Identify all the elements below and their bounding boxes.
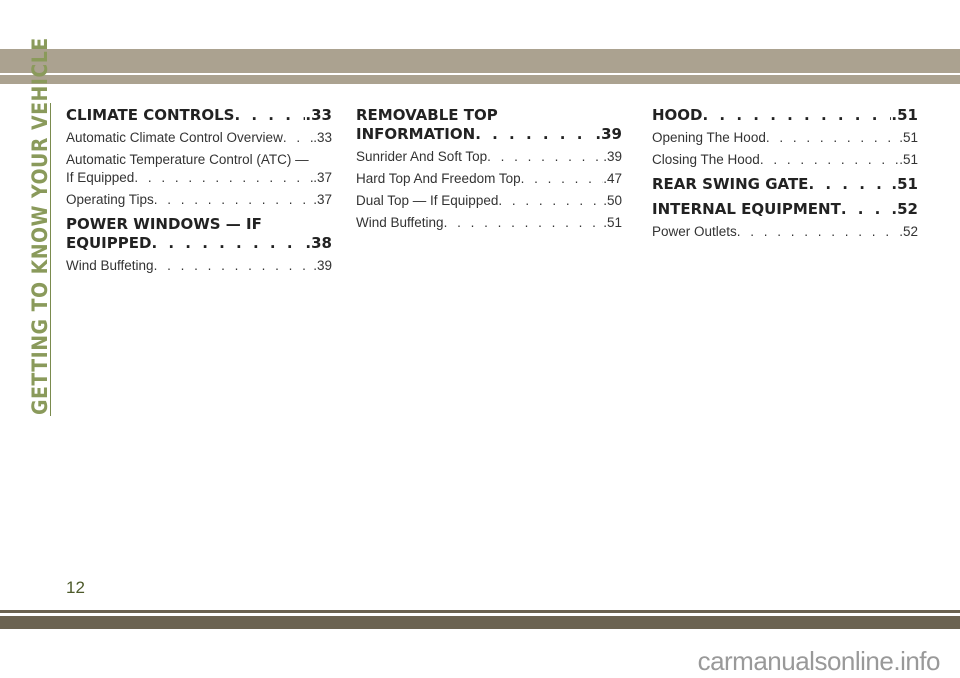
heading-line1: REMOVABLE TOP — [356, 106, 498, 124]
heading-page: .51 — [891, 106, 918, 124]
dot-leader — [283, 129, 313, 147]
page-number: 12 — [66, 578, 85, 597]
entry-page: .37 — [313, 192, 332, 207]
heading-title: CLIMATE CONTROLS — [66, 106, 235, 124]
toc-section-heading[interactable]: INTERNAL EQUIPMENT .52 — [652, 200, 918, 219]
toc-entry[interactable]: Power Outlets .52 — [652, 223, 918, 241]
entry-title: Hard Top And Freedom Top — [356, 171, 521, 186]
top-band-lower — [0, 75, 960, 84]
dot-leader — [766, 129, 899, 147]
entry-page: .52 — [899, 224, 918, 239]
sidebar-title: GETTING TO KNOW YOUR VEHICLE — [28, 37, 52, 415]
entry-title: Automatic Climate Control Overview — [66, 130, 283, 145]
dot-leader — [151, 234, 305, 253]
heading-title: HOOD — [652, 106, 703, 124]
dot-leader — [760, 151, 899, 169]
entry-line1: Automatic Temperature Control (ATC) — — [66, 152, 309, 167]
toc-section-heading[interactable]: POWER WINDOWS — IFEQUIPPED .38 — [66, 215, 332, 253]
section-sidebar: GETTING TO KNOW YOUR VEHICLE — [28, 37, 52, 416]
entry-page: .51 — [899, 152, 918, 167]
dot-leader — [154, 191, 313, 209]
heading-title: INFORMATION — [356, 125, 476, 143]
entry-title: Wind Buffeting — [356, 215, 444, 230]
dot-leader — [841, 200, 892, 219]
toc-entry[interactable]: Sunrider And Soft Top .39 — [356, 148, 622, 166]
entry-page: .51 — [899, 130, 918, 145]
watermark: carmanualsonline.info — [697, 646, 941, 676]
entry-title: If Equipped — [66, 170, 135, 185]
toc-entry[interactable]: Operating Tips .37 — [66, 191, 332, 209]
toc-entry[interactable]: Opening The Hood .51 — [652, 129, 918, 147]
dot-leader — [234, 106, 305, 125]
dot-leader — [487, 148, 603, 166]
heading-line1: POWER WINDOWS — IF — [66, 215, 262, 233]
dot-leader — [808, 175, 891, 194]
toc-entry[interactable]: Closing The Hood .51 — [652, 151, 918, 169]
toc-entry[interactable]: Wind Buffeting .51 — [356, 214, 622, 232]
toc-entry[interactable]: Automatic Temperature Control (ATC) — If … — [66, 151, 332, 187]
entry-title: Wind Buffeting — [66, 258, 154, 273]
dot-leader — [737, 223, 899, 241]
toc-section-heading[interactable]: REAR SWING GATE .51 — [652, 175, 918, 194]
toc-entry[interactable]: Automatic Climate Control Overview .33 — [66, 129, 332, 147]
entry-title: Dual Top — If Equipped — [356, 193, 499, 208]
toc-entry[interactable]: Wind Buffeting .39 — [66, 257, 332, 275]
toc-column: HOOD.51Opening The Hood.51Closing The Ho… — [652, 100, 918, 245]
top-band — [0, 49, 960, 73]
entry-title: Sunrider And Soft Top — [356, 149, 488, 164]
dot-leader — [475, 125, 595, 144]
dot-leader — [521, 170, 604, 188]
heading-page: .39 — [595, 125, 622, 143]
entry-page: .51 — [603, 215, 622, 230]
dot-leader — [154, 257, 314, 275]
toc-entry[interactable]: Dual Top — If Equipped .50 — [356, 192, 622, 210]
bottom-line — [0, 610, 960, 613]
entry-page: .39 — [313, 258, 332, 273]
entry-title: Closing The Hood — [652, 152, 760, 167]
bottom-band — [0, 616, 960, 629]
entry-page: .47 — [603, 171, 622, 186]
dot-leader — [444, 214, 604, 232]
entry-title: Operating Tips — [66, 192, 154, 207]
entry-page: .33 — [313, 130, 332, 145]
heading-page: .33 — [305, 106, 332, 124]
entry-page: .50 — [603, 193, 622, 208]
entry-title: Opening The Hood — [652, 130, 766, 145]
dot-leader — [498, 192, 603, 210]
heading-title: REAR SWING GATE — [652, 175, 809, 193]
toc-section-heading[interactable]: CLIMATE CONTROLS .33 — [66, 106, 332, 125]
heading-page: .51 — [891, 175, 918, 193]
heading-page: .52 — [891, 200, 918, 218]
entry-page: .39 — [603, 149, 622, 164]
toc-section-heading[interactable]: REMOVABLE TOPINFORMATION .39 — [356, 106, 622, 144]
toc-column: REMOVABLE TOPINFORMATION.39Sunrider And … — [356, 100, 622, 236]
dot-leader — [703, 106, 892, 125]
toc-section-heading[interactable]: HOOD .51 — [652, 106, 918, 125]
dot-leader — [134, 169, 313, 187]
toc-entry[interactable]: Hard Top And Freedom Top .47 — [356, 170, 622, 188]
heading-title: INTERNAL EQUIPMENT — [652, 200, 841, 218]
heading-page: .38 — [305, 234, 332, 252]
entry-page: .37 — [313, 170, 332, 185]
toc-column: CLIMATE CONTROLS.33Automatic Climate Con… — [66, 100, 332, 279]
heading-title: EQUIPPED — [66, 234, 152, 252]
entry-title: Power Outlets — [652, 224, 737, 239]
